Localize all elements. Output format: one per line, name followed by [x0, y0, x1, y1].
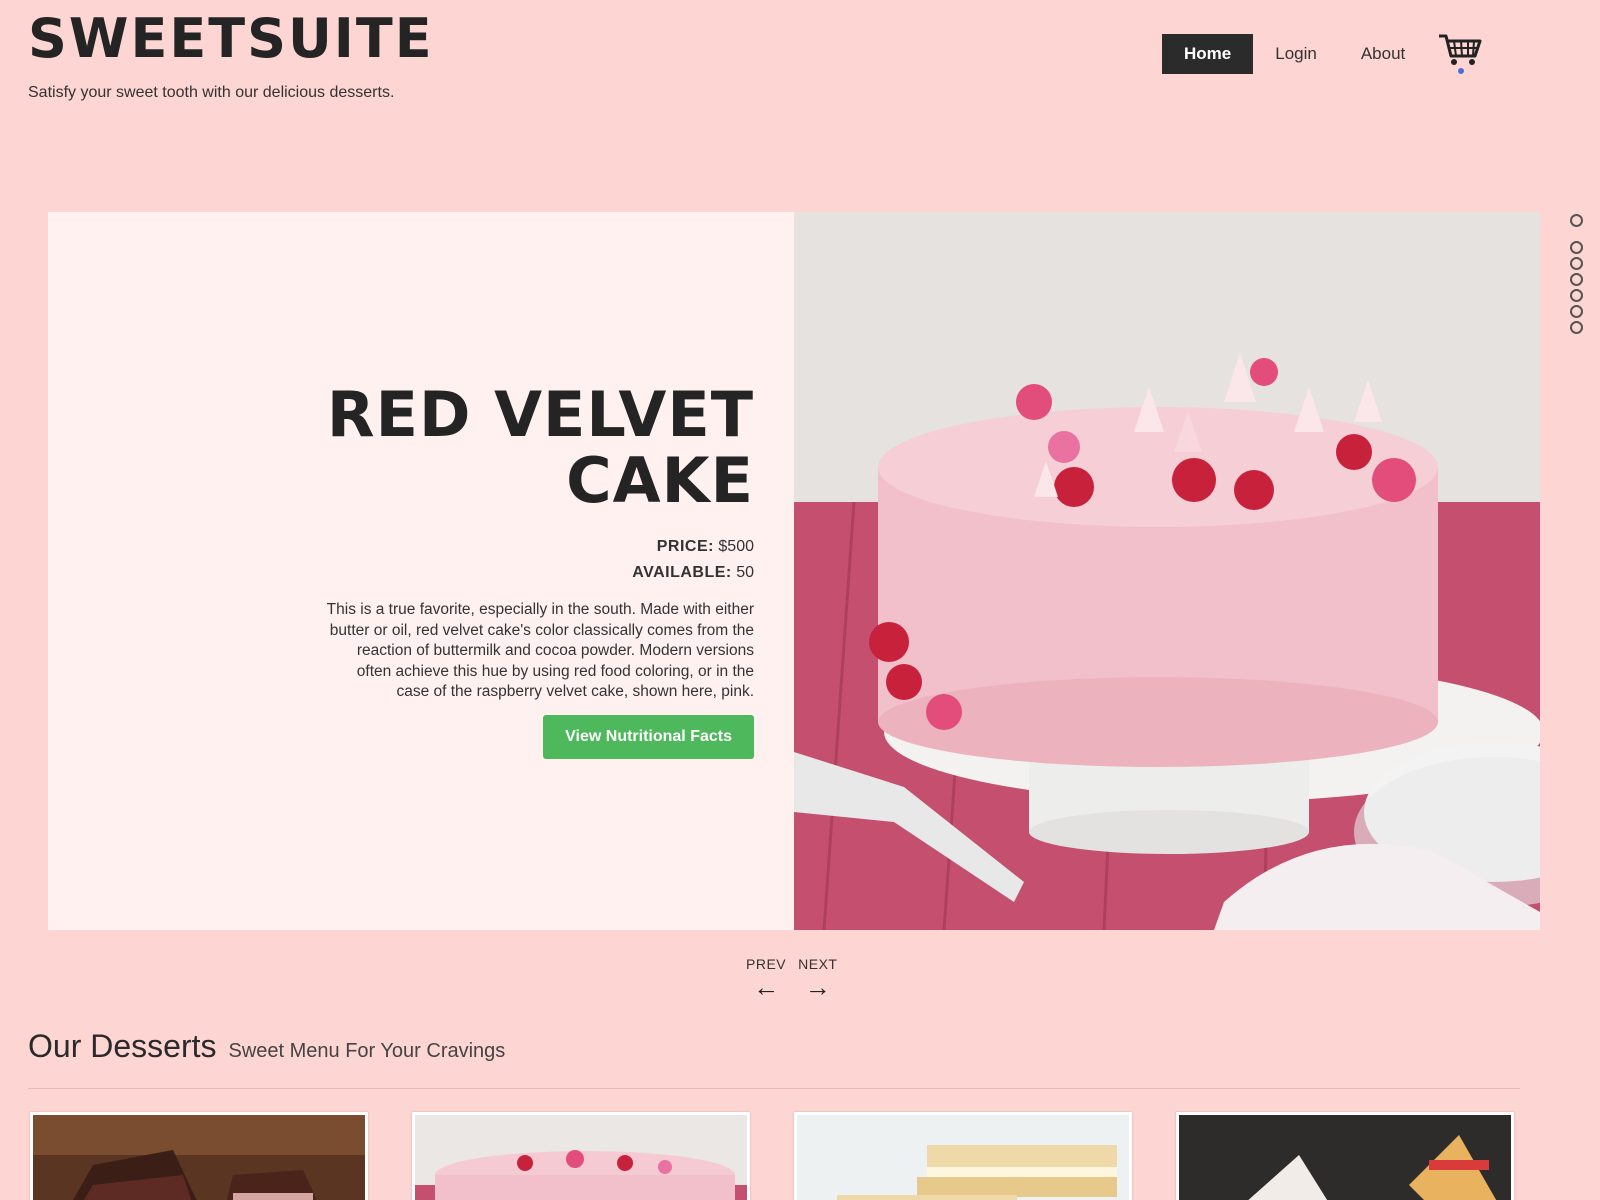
napoleon-pastry-image	[797, 1115, 1129, 1200]
desserts-header: Our Desserts Sweet Menu For Your Craving…	[28, 1028, 505, 1065]
slide-dot[interactable]	[1570, 241, 1583, 254]
slide-dot[interactable]	[1570, 305, 1583, 318]
slider-pager: PREV ← NEXT →	[746, 956, 837, 1000]
product-image	[794, 212, 1540, 930]
nav-login[interactable]: Login	[1253, 34, 1339, 74]
nav-about[interactable]: About	[1339, 34, 1427, 74]
price-label: PRICE:	[656, 538, 714, 555]
dessert-card-sponge-cake[interactable]	[1176, 1112, 1514, 1200]
product-title: RED VELVET CAKE	[194, 382, 754, 514]
site-tagline: Satisfy your sweet tooth with our delici…	[28, 84, 395, 101]
prev-label: PREV	[746, 956, 787, 972]
product-description: This is a true favorite, especially in t…	[326, 601, 754, 700]
product-price: PRICE: $500	[194, 538, 754, 556]
desserts-subtitle: Sweet Menu For Your Cravings	[228, 1040, 506, 1062]
slide-indicators	[1570, 214, 1583, 337]
cart-button[interactable]	[1437, 32, 1483, 76]
next-button[interactable]: NEXT →	[798, 956, 837, 1000]
view-nutritional-facts-button[interactable]: View Nutritional Facts	[543, 714, 754, 759]
slide-dot[interactable]	[1570, 257, 1583, 270]
slide-dot[interactable]	[1570, 289, 1583, 302]
product-availability: AVAILABLE: 50	[194, 564, 754, 582]
raspberry-cake-image	[415, 1115, 747, 1200]
prev-button[interactable]: PREV ←	[746, 956, 786, 1000]
price-value: $500	[718, 538, 754, 555]
product-title-line1: RED VELVET	[326, 378, 754, 451]
hero-content: RED VELVET CAKE PRICE: $500 AVAILABLE: 5…	[194, 382, 754, 759]
arrow-right-icon: →	[804, 972, 831, 1002]
section-divider	[28, 1088, 1520, 1089]
sponge-cake-image	[1179, 1115, 1511, 1200]
hero-slider: RED VELVET CAKE PRICE: $500 AVAILABLE: 5…	[48, 212, 1540, 930]
hero-text-panel: RED VELVET CAKE PRICE: $500 AVAILABLE: 5…	[48, 212, 794, 930]
dessert-card-napoleon[interactable]	[794, 1112, 1132, 1200]
product-title-line2: CAKE	[566, 444, 754, 517]
page: SWEETSUITE Satisfy your sweet tooth with…	[0, 0, 1600, 1200]
arrow-left-icon: ←	[753, 972, 780, 1002]
red-velvet-cake-image	[794, 212, 1540, 930]
slide-dot[interactable]	[1570, 214, 1583, 227]
main-nav: Home Login About	[1162, 32, 1483, 76]
dessert-card-chocolate-cake[interactable]	[30, 1112, 368, 1200]
site-title[interactable]: SWEETSUITE	[28, 8, 434, 70]
available-label: AVAILABLE:	[632, 564, 732, 581]
slide-dot[interactable]	[1570, 273, 1583, 286]
dessert-card-raspberry-cake[interactable]	[412, 1112, 750, 1200]
shopping-cart-icon	[1439, 34, 1482, 65]
dessert-cards	[30, 1112, 1514, 1200]
brand: SWEETSUITE Satisfy your sweet tooth with…	[28, 8, 434, 102]
available-value: 50	[736, 564, 754, 581]
nav-home[interactable]: Home	[1162, 34, 1254, 74]
next-label: NEXT	[798, 956, 838, 972]
cart-badge-dot	[1458, 68, 1465, 74]
desserts-title: Our Desserts	[28, 1028, 217, 1064]
chocolate-cake-image	[33, 1115, 365, 1200]
slide-dot[interactable]	[1570, 321, 1583, 334]
